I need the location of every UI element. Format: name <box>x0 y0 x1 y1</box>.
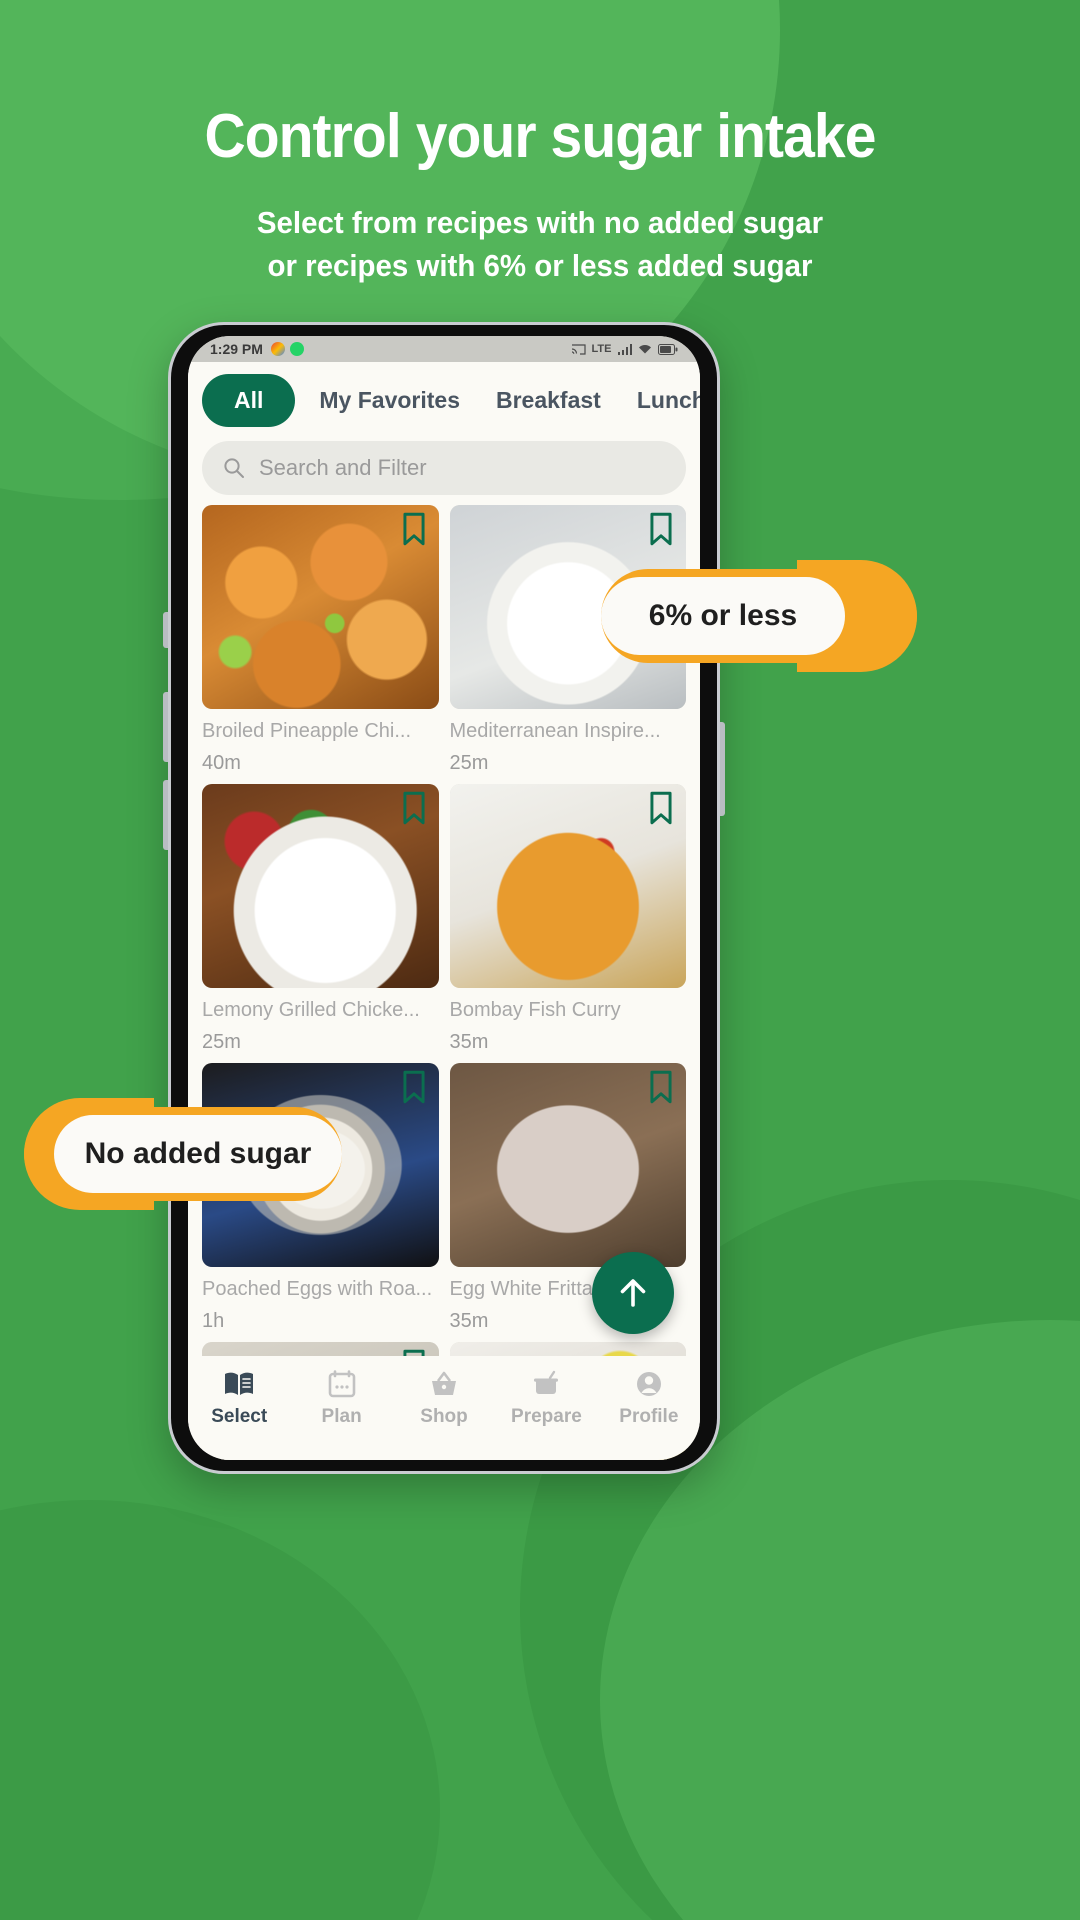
callout-no-sugar-label: No added sugar <box>54 1115 342 1193</box>
callout-no-sugar-badge: No added sugar <box>24 1098 342 1210</box>
recipe-thumbnail[interactable] <box>202 784 439 988</box>
phone-button-volume-down <box>163 780 168 850</box>
cast-icon <box>571 343 586 355</box>
phone-button-power <box>720 722 725 816</box>
bookmark-icon[interactable] <box>647 1070 675 1104</box>
recipe-thumbnail[interactable] <box>449 784 686 988</box>
person-icon <box>636 1372 661 1396</box>
nav-label-select: Select <box>211 1406 268 1427</box>
nav-item-shop[interactable]: Shop <box>393 1370 495 1428</box>
nav-item-profile[interactable]: Profile <box>598 1370 700 1428</box>
page-subtitle-line1: Select from recipes with no added sugar <box>256 205 824 241</box>
recipe-time: 25m <box>202 1031 241 1053</box>
bookmark-icon[interactable] <box>400 791 428 825</box>
signal-icon <box>617 343 632 355</box>
background-blob-e <box>0 1500 440 1920</box>
search-icon <box>224 458 244 478</box>
basket-icon <box>432 1371 457 1395</box>
recipe-title: Poached Eggs with Roa... <box>202 1278 433 1300</box>
phone-screen: 1:29 PM LTE All My Favorites Breakfast L… <box>188 336 700 1460</box>
bookmark-icon[interactable] <box>400 1070 428 1104</box>
recipe-time: 35m <box>449 1031 489 1053</box>
phone-button-volume-up <box>163 692 168 762</box>
nav-item-plan[interactable]: Plan <box>290 1370 392 1428</box>
nav-label-shop: Shop <box>420 1406 468 1427</box>
recipe-title: Mediterranean Inspire... <box>449 720 661 742</box>
status-bar-system-icons: LTE <box>571 343 678 355</box>
calendar-icon <box>328 1370 355 1398</box>
recipe-card[interactable]: Broiled Pineapple Chi... 40m <box>202 505 439 784</box>
tab-my-favorites[interactable]: My Favorites <box>301 387 478 414</box>
page-title: Control your sugar intake <box>204 102 876 171</box>
page-subtitle: Select from recipes with no added sugar … <box>27 202 1053 288</box>
pot-icon <box>534 1370 559 1394</box>
callout-percent-label: 6% or less <box>601 577 845 655</box>
category-tab-bar[interactable]: All My Favorites Breakfast Lunch <box>188 362 700 437</box>
hero-text-block: Control your sugar intake Select from re… <box>0 104 1080 288</box>
recipe-title: Bombay Fish Curry <box>449 999 621 1021</box>
bottom-navigation-bar[interactable]: Select Plan Shop Prepare Profile <box>188 1356 700 1460</box>
phone-button-silent <box>163 612 168 648</box>
nav-label-prepare: Prepare <box>511 1406 582 1427</box>
wifi-icon <box>639 344 651 353</box>
bookmark-icon[interactable] <box>647 791 675 825</box>
nav-item-select[interactable]: Select <box>188 1370 290 1428</box>
recipe-title: Lemony Grilled Chicke... <box>202 999 420 1021</box>
tab-all[interactable]: All <box>202 374 296 427</box>
bookmark-icon[interactable] <box>400 512 428 546</box>
whatsapp-icon <box>289 342 304 356</box>
recipe-title: Broiled Pineapple Chi... <box>202 720 412 742</box>
lte-label: LTE <box>591 343 612 355</box>
status-bar: 1:29 PM LTE <box>188 336 700 362</box>
arrow-up-icon <box>620 1279 646 1307</box>
search-input[interactable]: Search and Filter <box>202 441 686 495</box>
recipe-thumbnail[interactable] <box>202 505 439 709</box>
battery-icon <box>658 343 678 355</box>
recipe-time: 25m <box>449 752 489 774</box>
recipe-time: 40m <box>202 752 241 774</box>
nav-label-profile: Profile <box>619 1406 679 1427</box>
tab-lunch[interactable]: Lunch <box>619 387 700 414</box>
status-bar-app-icons <box>270 342 304 356</box>
search-placeholder: Search and Filter <box>259 455 427 480</box>
phone-mockup: 1:29 PM LTE All My Favorites Breakfast L… <box>163 322 725 1474</box>
page-subtitle-line2: or recipes with 6% or less added sugar <box>267 247 813 283</box>
recipe-card[interactable]: Bombay Fish Curry 35m <box>449 784 686 1063</box>
tab-breakfast[interactable]: Breakfast <box>478 387 619 414</box>
callout-percent-badge: 6% or less <box>601 560 917 672</box>
recipe-thumbnail[interactable] <box>449 1063 686 1267</box>
recipe-card[interactable]: Lemony Grilled Chicke... 25m <box>202 784 439 1063</box>
nav-label-plan: Plan <box>321 1406 362 1427</box>
scroll-to-top-button[interactable] <box>592 1252 674 1334</box>
recipe-book-icon <box>225 1372 254 1395</box>
bookmark-icon[interactable] <box>647 512 675 546</box>
status-bar-time: 1:29 PM <box>210 341 263 357</box>
photos-icon <box>270 342 285 356</box>
recipe-time: 1h <box>202 1310 225 1332</box>
nav-item-prepare[interactable]: Prepare <box>495 1370 597 1428</box>
